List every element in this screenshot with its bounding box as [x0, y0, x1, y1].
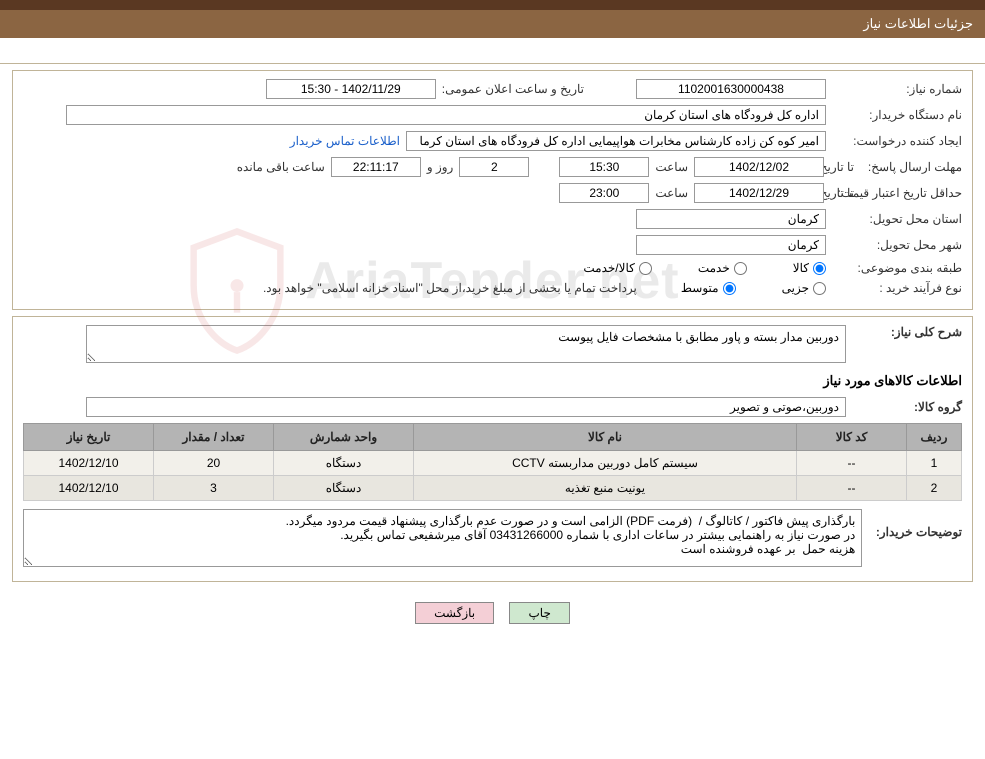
purchase-small-radio[interactable]: [813, 282, 826, 295]
treasury-note: پرداخت تمام یا بخشی از مبلغ خرید،از محل …: [263, 281, 637, 295]
overview-label: شرح کلی نیاز:: [852, 325, 962, 339]
need-number-input[interactable]: [636, 79, 826, 99]
cell-date: 1402/12/10: [24, 451, 154, 476]
purchase-type-label: نوع فرآیند خرید :: [832, 281, 962, 295]
buyer-org-label: نام دستگاه خریدار:: [832, 108, 962, 122]
group-label: گروه کالا:: [852, 400, 962, 414]
category-goods-radio[interactable]: [813, 262, 826, 275]
city-input[interactable]: [636, 235, 826, 255]
group-input[interactable]: [86, 397, 846, 417]
deadline-label: مهلت ارسال پاسخ:: [860, 160, 962, 174]
buyer-org-input[interactable]: [66, 105, 826, 125]
validity-time-input[interactable]: [559, 183, 649, 203]
form-section-1: AriaTender.net شماره نیاز: تاریخ و ساعت …: [12, 70, 973, 310]
purchase-small-label: جزیی: [782, 281, 809, 295]
th-name: نام کالا: [414, 424, 797, 451]
purchase-medium-label: متوسط: [681, 281, 719, 295]
category-service-radio[interactable]: [734, 262, 747, 275]
requester-input[interactable]: [406, 131, 826, 151]
buyer-notes-textarea[interactable]: [23, 509, 862, 567]
back-button[interactable]: بازگشت: [415, 602, 494, 624]
days-input[interactable]: [459, 157, 529, 177]
th-qty: تعداد / مقدار: [154, 424, 274, 451]
form-section-2: شرح کلی نیاز: اطلاعات کالاهای مورد نیاز …: [12, 316, 973, 582]
deadline-date-input[interactable]: [694, 157, 824, 177]
need-number-label: شماره نیاز:: [832, 82, 962, 96]
th-code: کد کالا: [797, 424, 907, 451]
validity-date-input[interactable]: [694, 183, 824, 203]
city-label: شهر محل تحویل:: [832, 238, 962, 252]
category-goods-label: کالا: [793, 261, 809, 275]
province-input[interactable]: [636, 209, 826, 229]
validity-time-label: ساعت: [655, 186, 688, 200]
deadline-time-input[interactable]: [559, 157, 649, 177]
validity-prefix: تا تاریخ:: [830, 186, 854, 200]
province-label: استان محل تحویل:: [832, 212, 962, 226]
cell-name: یونیت منبع تغذیه: [414, 476, 797, 501]
purchase-type-radio-group: جزیی متوسط پرداخت تمام یا بخشی از مبلغ خ…: [263, 281, 826, 295]
cell-unit: دستگاه: [274, 451, 414, 476]
cell-name: سیستم کامل دوربین مداربسته CCTV: [414, 451, 797, 476]
page-title: جزئیات اطلاعات نیاز: [863, 16, 973, 31]
cell-code: --: [797, 476, 907, 501]
table-row: 2 -- یونیت منبع تغذیه دستگاه 3 1402/12/1…: [24, 476, 962, 501]
announce-label: تاریخ و ساعت اعلان عمومی:: [442, 82, 584, 96]
th-row: ردیف: [907, 424, 962, 451]
countdown-input[interactable]: [331, 157, 421, 177]
announce-input[interactable]: [266, 79, 436, 99]
deadline-time-label: ساعت: [655, 160, 688, 174]
buyer-notes-label: توضیحات خریدار:: [868, 509, 962, 539]
cell-qty: 20: [154, 451, 274, 476]
cell-idx: 1: [907, 451, 962, 476]
print-button[interactable]: چاپ: [509, 602, 569, 624]
cell-date: 1402/12/10: [24, 476, 154, 501]
cell-unit: دستگاه: [274, 476, 414, 501]
category-goods-service-radio[interactable]: [639, 262, 652, 275]
remaining-label: ساعت باقی مانده: [237, 160, 325, 174]
cell-code: --: [797, 451, 907, 476]
purchase-medium-radio[interactable]: [723, 282, 736, 295]
requester-label: ایجاد کننده درخواست:: [832, 134, 962, 148]
deadline-prefix: تا تاریخ:: [830, 160, 854, 174]
items-header: اطلاعات کالاهای مورد نیاز: [23, 373, 962, 389]
category-service-label: خدمت: [698, 261, 730, 275]
page-header: جزئیات اطلاعات نیاز: [0, 10, 985, 38]
cell-idx: 2: [907, 476, 962, 501]
buyer-contact-link[interactable]: اطلاعات تماس خریدار: [290, 134, 400, 148]
category-goods-service-label: کالا/خدمت: [583, 261, 634, 275]
th-date: تاریخ نیاز: [24, 424, 154, 451]
category-label: طبقه بندی موضوعی:: [832, 261, 962, 275]
th-unit: واحد شمارش: [274, 424, 414, 451]
category-radio-group: کالا خدمت کالا/خدمت: [583, 261, 826, 275]
button-bar: چاپ بازگشت: [0, 588, 985, 646]
table-row: 1 -- سیستم کامل دوربین مداربسته CCTV دست…: [24, 451, 962, 476]
items-table: ردیف کد کالا نام کالا واحد شمارش تعداد /…: [23, 423, 962, 501]
days-and-label: روز و: [427, 160, 454, 174]
cell-qty: 3: [154, 476, 274, 501]
